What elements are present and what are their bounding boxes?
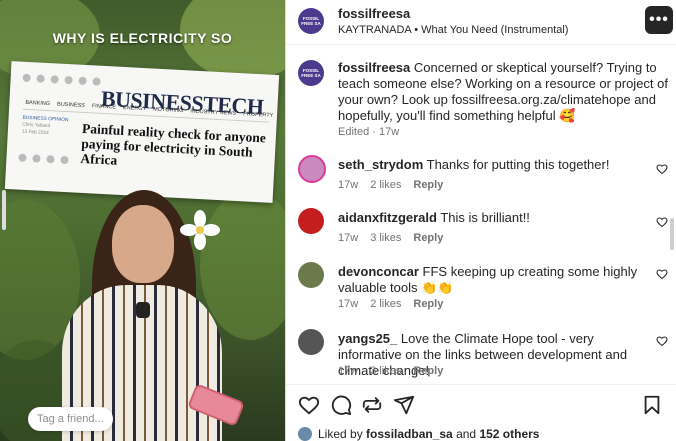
comment-age: 17w: [338, 298, 359, 310]
caption-meta: Edited · 17w: [338, 126, 400, 138]
author-avatar[interactable]: FOSSIL FREE SA: [298, 8, 324, 34]
comment-text: devonconcar FFS keeping up creating some…: [338, 264, 654, 296]
comment-likes[interactable]: 3 likes: [370, 365, 401, 377]
post-actions: [298, 394, 673, 418]
person-face: [112, 205, 174, 283]
post-media[interactable]: WHY IS ELECTRICITY SO BUSINESSTECH BANKI…: [0, 0, 285, 441]
comment-likes[interactable]: 3 likes: [370, 232, 401, 244]
audio-track[interactable]: KAYTRANADA • What You Need (Instrumental…: [338, 24, 568, 36]
comment-text: seth_strydom Thanks for putting this tog…: [338, 157, 654, 173]
likes-summary: Liked by fossiladban_sa and 152 others: [298, 427, 539, 441]
send-icon[interactable]: [393, 394, 415, 416]
comment-text: aidanxfitzgerald This is brilliant!!: [338, 210, 654, 226]
share-icons: [22, 73, 101, 86]
held-object: [136, 302, 150, 318]
caption-text: fossilfreesa Concerned or skeptical your…: [338, 60, 676, 124]
commenter-avatar[interactable]: [298, 155, 326, 183]
caption-username[interactable]: fossilfreesa: [338, 60, 410, 75]
divider: [286, 44, 676, 45]
author-username[interactable]: fossilfreesa: [338, 6, 410, 21]
likes-conjunction: and: [452, 427, 480, 441]
comment-username[interactable]: seth_strydom: [338, 157, 423, 172]
comment-likes[interactable]: 2 likes: [370, 298, 401, 310]
avatar-label: FOSSIL FREE SA: [301, 68, 321, 78]
comment-age: 17w: [338, 179, 359, 191]
comment-icon[interactable]: [330, 394, 352, 416]
bookmark-icon[interactable]: [641, 394, 663, 416]
article-nav-item: ENERGY: [122, 104, 147, 113]
post-header: FOSSIL FREE SA fossilfreesa KAYTRANADA •…: [286, 0, 676, 44]
flower-icon: [180, 210, 220, 250]
divider: [286, 384, 676, 385]
post-details-panel: FOSSIL FREE SA fossilfreesa KAYTRANADA •…: [285, 0, 676, 441]
reply-button[interactable]: Reply: [413, 365, 443, 377]
likes-prefix: Liked by: [318, 427, 367, 441]
more-options-button[interactable]: •••: [645, 6, 673, 34]
avatar-label: FOSSIL FREE SA: [301, 16, 321, 26]
article-nav-item: BANKING: [25, 99, 51, 108]
reply-button[interactable]: Reply: [413, 179, 443, 191]
heart-icon[interactable]: [656, 216, 668, 228]
comment-age: 17w: [338, 365, 359, 377]
article-headline: Painful reality check for anyone paying …: [80, 120, 267, 168]
likes-count[interactable]: 152 others: [479, 427, 539, 441]
reply-button[interactable]: Reply: [413, 232, 443, 244]
tag-friend-button[interactable]: Tag a friend...: [28, 407, 113, 431]
likes-text[interactable]: Liked by fossiladban_sa and 152 others: [318, 427, 539, 441]
article-screenshot: BUSINESSTECH BANKING BUSINESS FINANCE EN…: [4, 61, 280, 203]
commenter-avatar[interactable]: [298, 208, 324, 234]
share-icon[interactable]: [361, 394, 383, 416]
comment-meta: 17w 2 likes Reply: [338, 298, 443, 310]
heart-icon[interactable]: [656, 335, 668, 347]
heart-icon[interactable]: [298, 394, 320, 416]
heart-icon[interactable]: [656, 268, 668, 280]
comment-meta: 17w 3 likes Reply: [338, 232, 443, 244]
comments-scrollbar[interactable]: [670, 218, 674, 250]
comment-meta: 17w 3 likes Reply: [338, 365, 443, 377]
comment-meta: 17w 2 likes Reply: [338, 179, 443, 191]
liker-username[interactable]: fossiladban_sa: [366, 427, 453, 441]
media-scroll-indicator: [2, 190, 6, 230]
reply-button[interactable]: Reply: [413, 298, 443, 310]
comment-age: 17w: [338, 232, 359, 244]
comment-username[interactable]: devonconcar: [338, 264, 419, 279]
article-date: 13 Feb 2024: [21, 129, 49, 137]
article-nav-item: BUSINESS: [56, 101, 86, 109]
comment-body: This is brilliant!!: [436, 210, 530, 225]
comment-username[interactable]: aidanxfitzgerald: [338, 210, 437, 225]
commenter-avatar[interactable]: [298, 329, 324, 355]
comment-username[interactable]: yangs25_: [338, 331, 397, 346]
article-meta: BUSINESS OPINION Chris Yelland 13 Feb 20…: [22, 115, 73, 139]
video-overlay-title: WHY IS ELECTRICITY SO: [52, 30, 233, 46]
liker-avatar[interactable]: [298, 427, 312, 441]
article-nav-item: FINANCE: [91, 103, 117, 111]
heart-icon[interactable]: [656, 163, 668, 175]
author-avatar[interactable]: FOSSIL FREE SA: [298, 60, 324, 86]
share-icons: [18, 153, 69, 165]
comment-body: Thanks for putting this together!: [423, 157, 610, 172]
comment-likes[interactable]: 2 likes: [370, 179, 401, 191]
commenter-avatar[interactable]: [298, 262, 324, 288]
more-icon: •••: [649, 11, 669, 28]
